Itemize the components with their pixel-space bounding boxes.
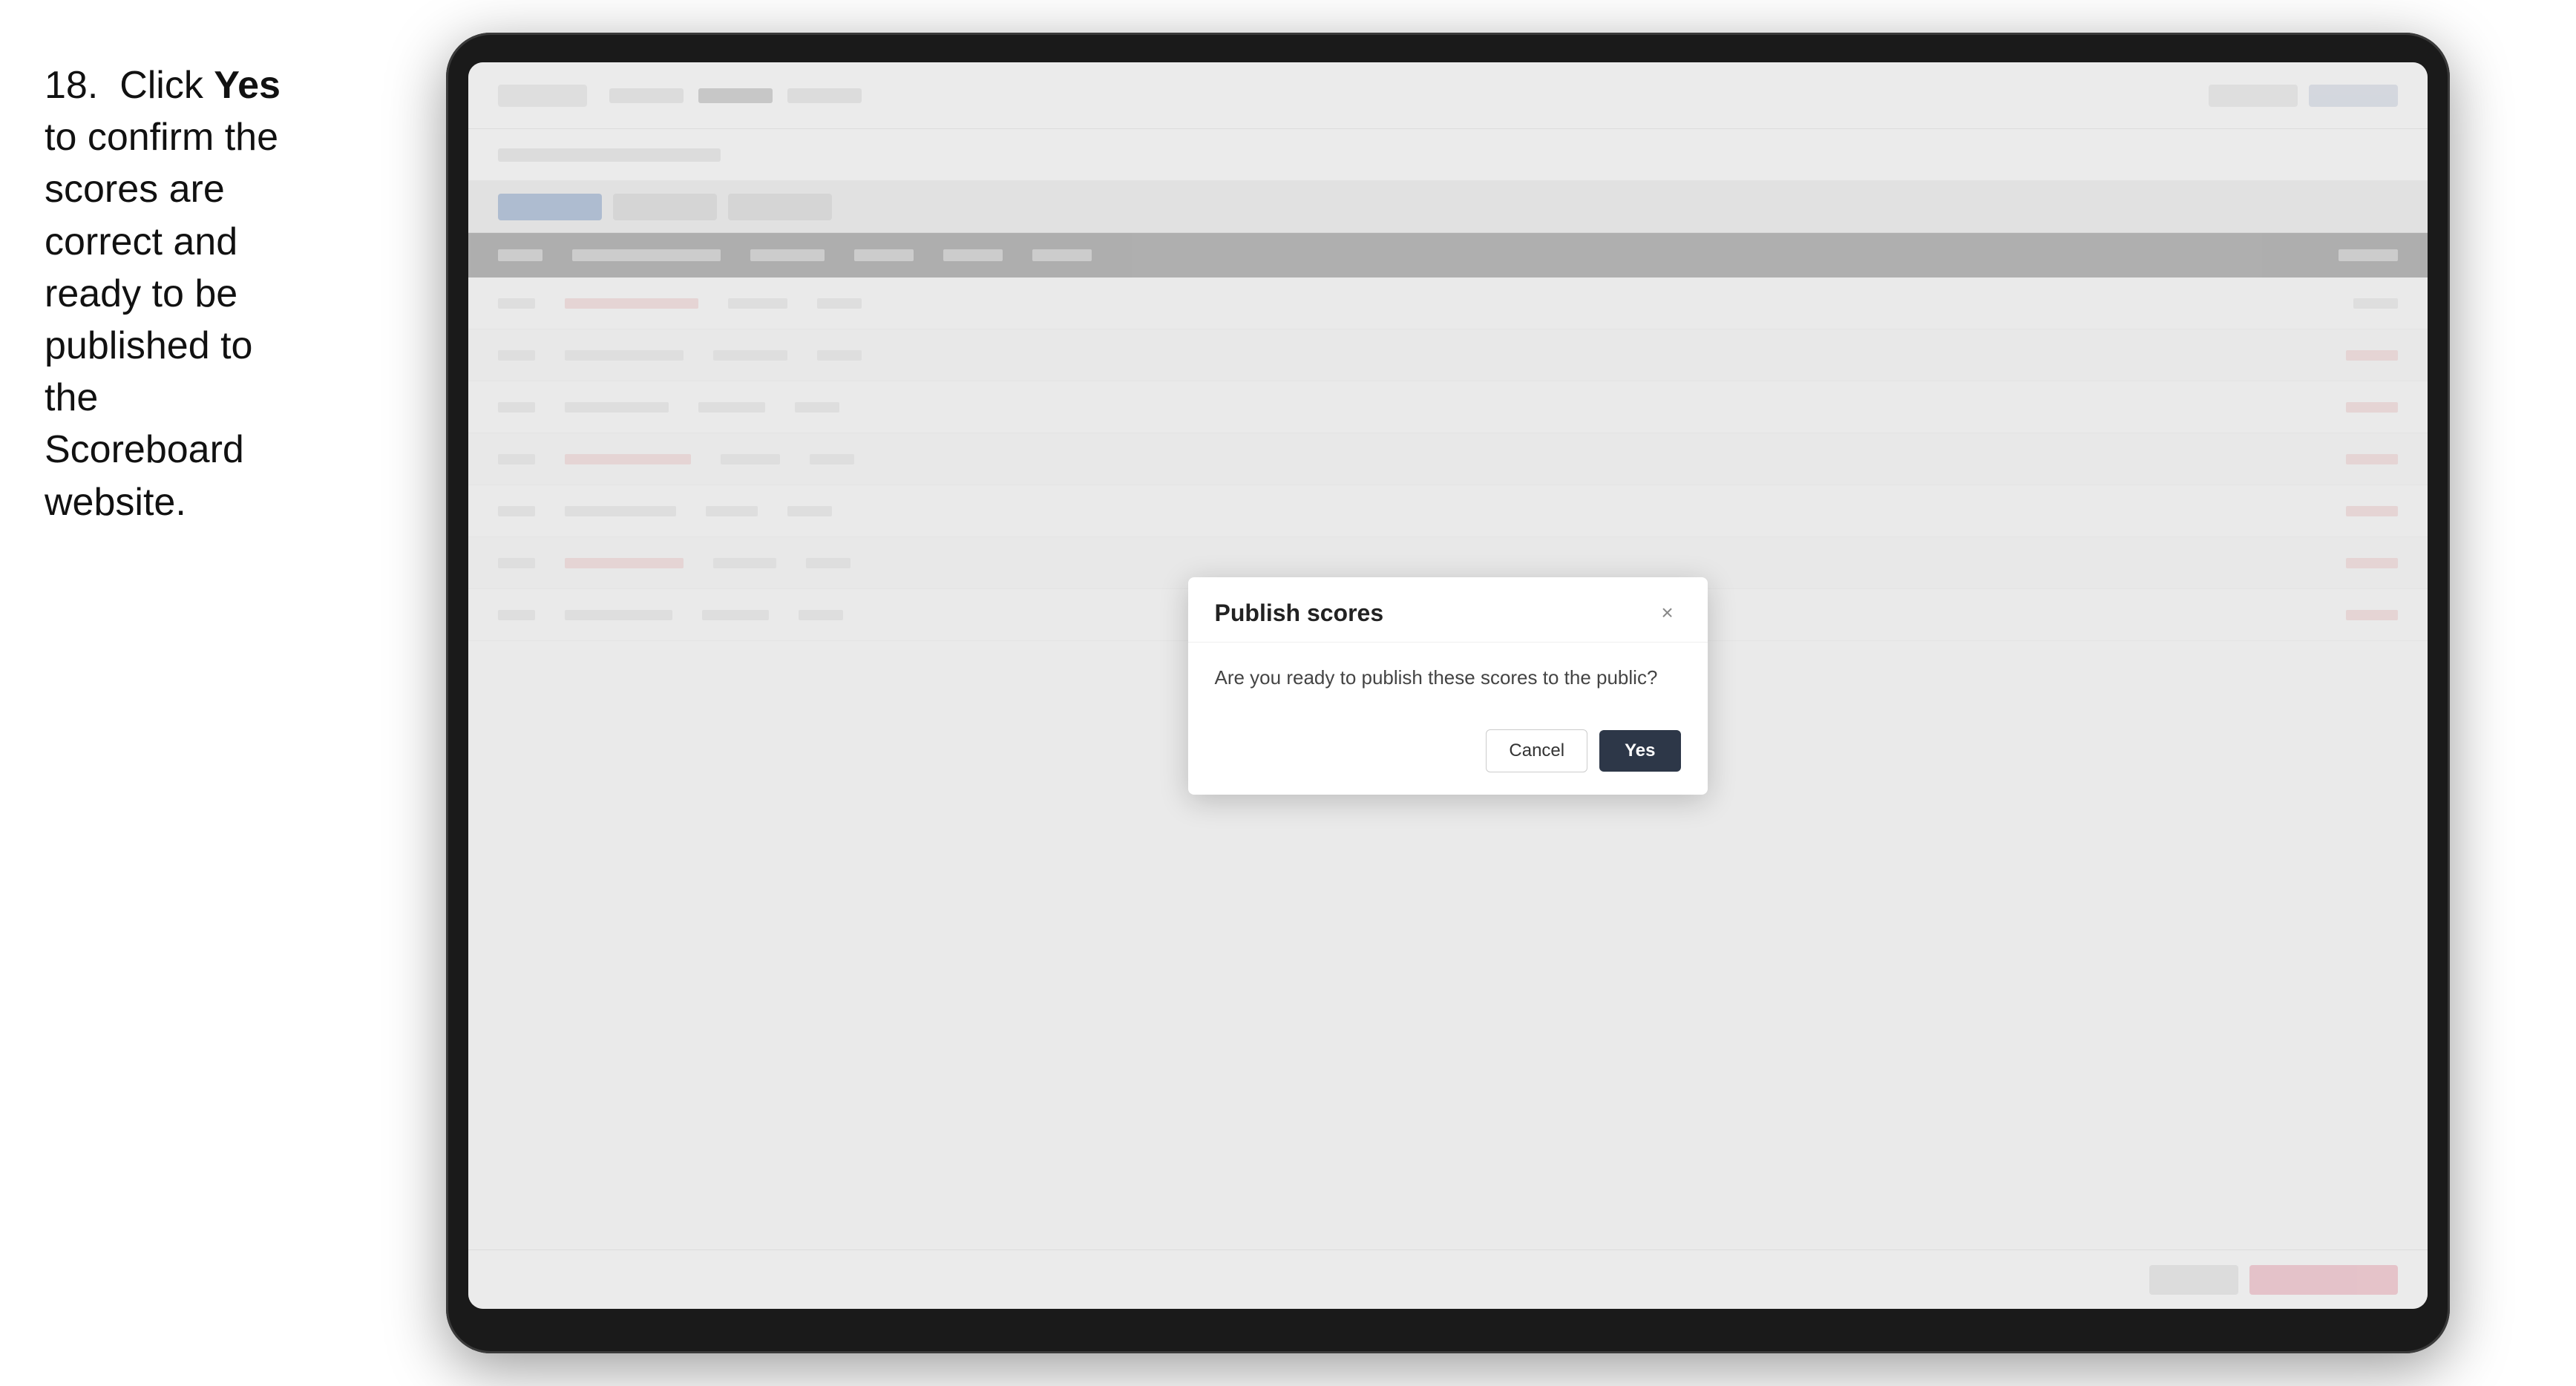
publish-scores-dialog: Publish scores × Are you ready to publis…: [1188, 577, 1708, 795]
cancel-button[interactable]: Cancel: [1486, 729, 1587, 772]
yes-emphasis: Yes: [214, 64, 281, 107]
tablet-device: Publish scores × Are you ready to publis…: [446, 33, 2450, 1353]
modal-overlay: Publish scores × Are you ready to publis…: [468, 62, 2428, 1309]
modal-close-button[interactable]: ×: [1654, 600, 1681, 626]
step-number: 18.: [45, 64, 98, 107]
tablet-wrapper: Publish scores × Are you ready to publis…: [319, 0, 2576, 1386]
modal-footer: Cancel Yes: [1188, 715, 1708, 795]
instruction-text: 18. Click Yes to confirm the scores are …: [0, 0, 319, 573]
modal-body-text: Are you ready to publish these scores to…: [1215, 666, 1658, 689]
modal-title: Publish scores: [1215, 600, 1384, 627]
yes-button[interactable]: Yes: [1599, 730, 1680, 772]
tablet-screen: Publish scores × Are you ready to publis…: [468, 62, 2428, 1309]
modal-body: Are you ready to publish these scores to…: [1188, 643, 1708, 715]
modal-header: Publish scores ×: [1188, 577, 1708, 643]
